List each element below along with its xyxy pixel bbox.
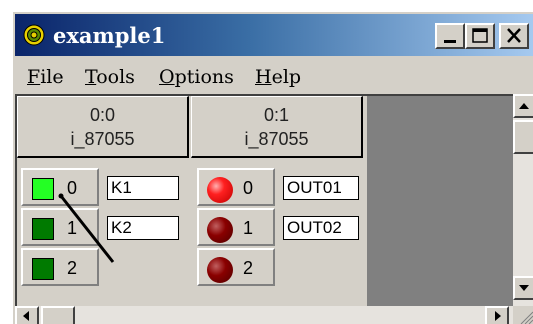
module-address: 0:1 (263, 105, 290, 125)
horizontal-scroll-thumb[interactable] (41, 306, 75, 324)
scroll-left-button[interactable] (15, 306, 39, 324)
close-icon (507, 28, 521, 43)
size-grip[interactable] (513, 306, 533, 324)
menu-help-label: elp (271, 66, 302, 88)
arrow-down-icon (519, 285, 529, 291)
channel-number: 2 (243, 258, 254, 278)
vertical-scrollbar[interactable] (513, 94, 533, 306)
minimize-icon (444, 40, 456, 43)
module-panel-1: 0:1 i_87055 0 OUT01 1 OUT02 2 (191, 96, 367, 306)
scroll-down-button[interactable] (513, 276, 533, 300)
channel-number: 1 (243, 218, 254, 238)
scroll-right-button[interactable] (485, 306, 509, 324)
title-bar[interactable]: example1 (15, 14, 533, 56)
menu-file-label: ile (40, 66, 64, 88)
menu-tools[interactable]: Tools (85, 66, 135, 88)
menu-tools-label: ools (96, 66, 135, 88)
app-window: example1 File Tools Options Help 0:0 i_8… (13, 12, 533, 324)
maximize-button[interactable] (465, 23, 495, 49)
cursor-drag-line (58, 193, 115, 263)
vertical-scroll-thumb[interactable] (513, 120, 533, 154)
resize-grip-icon (520, 311, 533, 324)
menu-help-mnemonic: H (255, 66, 272, 88)
menu-tools-mnemonic: T (85, 66, 97, 88)
menu-options[interactable]: Options (159, 66, 234, 88)
output-led-off (207, 217, 233, 243)
menu-help[interactable]: Help (255, 66, 301, 88)
module-panel-0: 0:0 i_87055 0 K1 1 K2 2 (17, 96, 191, 306)
module-name: i_87055 (244, 129, 309, 149)
output-channel-0[interactable]: 0 (197, 168, 275, 206)
window-title: example1 (53, 23, 166, 48)
minimize-button[interactable] (435, 23, 465, 49)
channel-number: 0 (243, 178, 254, 198)
arrow-up-icon (519, 103, 529, 109)
menu-options-mnemonic: O (159, 66, 175, 88)
maximize-icon (472, 28, 488, 43)
menu-file-mnemonic: F (27, 66, 41, 88)
output-led-off (207, 257, 233, 283)
channel-label-field[interactable]: OUT01 (283, 176, 359, 200)
horizontal-scrollbar[interactable] (15, 306, 513, 324)
module-workspace: 0:0 i_87055 0 K1 1 K2 2 0:1 i_87055 0 OU… (15, 94, 513, 306)
menu-file[interactable]: File (27, 66, 64, 88)
menu-options-label: ptions (174, 66, 234, 88)
arrow-left-icon (23, 311, 29, 321)
arrow-right-icon (495, 311, 501, 321)
close-button[interactable] (499, 23, 529, 49)
output-channel-2[interactable]: 2 (197, 248, 275, 286)
menu-bar: File Tools Options Help (15, 60, 533, 94)
scroll-up-button[interactable] (513, 94, 533, 118)
output-led-on (207, 177, 233, 203)
output-channel-1[interactable]: 1 (197, 208, 275, 246)
target-icon (23, 24, 45, 46)
channel-label-field[interactable]: OUT02 (283, 216, 359, 240)
module-header-1[interactable]: 0:1 i_87055 (191, 96, 363, 158)
